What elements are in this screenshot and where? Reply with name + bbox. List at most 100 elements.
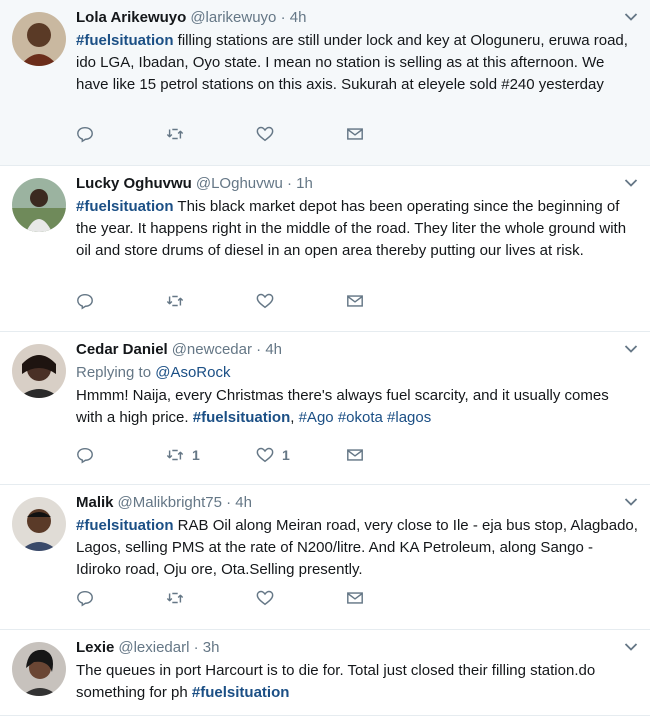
author-handle[interactable]: @newcedar <box>172 341 252 358</box>
tweet-header: Lexie @lexiedarl · 3h <box>76 638 638 658</box>
tweet-header: Lola Arikewuyo @larikewuyo · 4h <box>76 8 638 28</box>
tweet-text: #fuelsituation RAB Oil along Meiran road… <box>76 515 638 581</box>
direct-message-button[interactable] <box>346 292 436 310</box>
tweet-content: Malik @Malikbright75 · 4h #fuelsituation R… <box>76 493 638 581</box>
tweet-feed: Lola Arikewuyo @larikewuyo · 4h #fuelsitua… <box>0 0 650 716</box>
reply-button[interactable] <box>76 589 166 607</box>
tweet-item[interactable]: Lexie @lexiedarl · 3h The queues in port H… <box>0 630 650 716</box>
like-button[interactable]: 1 <box>256 446 346 464</box>
heart-icon <box>256 125 274 143</box>
chevron-down-icon[interactable] <box>624 344 638 354</box>
reply-button[interactable] <box>76 292 166 310</box>
avatar[interactable] <box>12 12 66 66</box>
chevron-down-icon[interactable] <box>624 642 638 652</box>
hashtag-link[interactable]: #lagos <box>387 409 431 426</box>
heart-icon <box>256 292 274 310</box>
like-button[interactable] <box>256 292 346 310</box>
envelope-icon <box>346 446 364 464</box>
retweet-button[interactable] <box>166 589 256 607</box>
tweet-item[interactable]: Lucky Oghuvwu @LOghuvwu · 1h #fuelsituatio… <box>0 166 650 332</box>
replying-to: Replying to @AsoRock <box>76 363 638 383</box>
separator-dot: · <box>193 639 199 656</box>
avatar[interactable] <box>12 344 66 398</box>
tweet-actions: 11 <box>76 445 436 465</box>
author-handle[interactable]: @lexiedarl <box>118 639 189 656</box>
reply-icon <box>76 292 94 310</box>
separator-dot: · <box>286 175 292 192</box>
tweet-actions <box>76 588 436 608</box>
direct-message-button[interactable] <box>346 125 436 143</box>
like-button[interactable] <box>256 589 346 607</box>
hashtag-link[interactable]: #fuelsituation <box>193 409 291 426</box>
author-name[interactable]: Lucky Oghuvwu <box>76 175 192 192</box>
tweet-actions <box>76 124 436 144</box>
reply-icon <box>76 446 94 464</box>
heart-icon <box>256 589 274 607</box>
replying-to-link[interactable]: @AsoRock <box>155 364 230 381</box>
tweet-item[interactable]: Cedar Daniel @newcedar · 4h Replying to @A… <box>0 332 650 485</box>
retweet-button[interactable] <box>166 125 256 143</box>
like-count: 1 <box>282 447 290 463</box>
author-handle[interactable]: @Malikbright75 <box>118 494 222 511</box>
tweet-content: Lola Arikewuyo @larikewuyo · 4h #fuelsitua… <box>76 8 638 96</box>
hashtag-link[interactable]: #Ago <box>299 409 334 426</box>
hashtag-link[interactable]: #okota <box>338 409 383 426</box>
envelope-icon <box>346 589 364 607</box>
heart-icon <box>256 446 274 464</box>
hashtag-link[interactable]: #fuelsituation <box>192 684 290 701</box>
retweet-button[interactable] <box>166 292 256 310</box>
hashtag-link[interactable]: #fuelsituation <box>76 198 174 215</box>
tweet-text-fragment: The queues in port Harcourt is to die fo… <box>76 662 596 701</box>
author-handle[interactable]: @larikewuyo <box>190 9 276 26</box>
retweet-icon <box>166 125 184 143</box>
direct-message-button[interactable] <box>346 589 436 607</box>
retweet-count: 1 <box>192 447 200 463</box>
tweet-item[interactable]: Malik @Malikbright75 · 4h #fuelsituation R… <box>0 485 650 630</box>
separator-dot: · <box>256 341 262 358</box>
tweet-text: #fuelsituation filling stations are stil… <box>76 30 638 96</box>
timestamp[interactable]: 4h <box>290 9 307 26</box>
avatar[interactable] <box>12 497 66 551</box>
retweet-icon <box>166 589 184 607</box>
tweet-header: Malik @Malikbright75 · 4h <box>76 493 638 513</box>
tweet-actions <box>76 291 436 311</box>
tweet-text: The queues in port Harcourt is to die fo… <box>76 660 638 704</box>
reply-button[interactable] <box>76 125 166 143</box>
reply-icon <box>76 125 94 143</box>
tweet-text-fragment: , <box>290 409 299 426</box>
tweet-content: Cedar Daniel @newcedar · 4h Replying to @A… <box>76 340 638 429</box>
author-name[interactable]: Lexie <box>76 639 114 656</box>
separator-dot: · <box>280 9 286 26</box>
reply-icon <box>76 589 94 607</box>
timestamp[interactable]: 3h <box>203 639 220 656</box>
retweet-icon <box>166 446 184 464</box>
chevron-down-icon[interactable] <box>624 497 638 507</box>
tweet-content: Lexie @lexiedarl · 3h The queues in port H… <box>76 638 638 704</box>
hashtag-link[interactable]: #fuelsituation <box>76 32 174 49</box>
author-name[interactable]: Cedar Daniel <box>76 341 168 358</box>
avatar[interactable] <box>12 178 66 232</box>
reply-button[interactable] <box>76 446 166 464</box>
timestamp[interactable]: 4h <box>235 494 252 511</box>
author-name[interactable]: Lola Arikewuyo <box>76 9 186 26</box>
tweet-text: Hmmm! Naija, every Christmas there's alw… <box>76 385 638 429</box>
retweet-icon <box>166 292 184 310</box>
like-button[interactable] <box>256 125 346 143</box>
chevron-down-icon[interactable] <box>624 178 638 188</box>
tweet-header: Lucky Oghuvwu @LOghuvwu · 1h <box>76 174 638 194</box>
hashtag-link[interactable]: #fuelsituation <box>76 517 174 534</box>
tweet-content: Lucky Oghuvwu @LOghuvwu · 1h #fuelsituatio… <box>76 174 638 262</box>
timestamp[interactable]: 4h <box>265 341 282 358</box>
tweet-item[interactable]: Lola Arikewuyo @larikewuyo · 4h #fuelsitua… <box>0 0 650 166</box>
retweet-button[interactable]: 1 <box>166 446 256 464</box>
author-handle[interactable]: @LOghuvwu <box>196 175 283 192</box>
timestamp[interactable]: 1h <box>296 175 313 192</box>
direct-message-button[interactable] <box>346 446 436 464</box>
tweet-text: #fuelsituation This black market depot h… <box>76 196 638 262</box>
author-name[interactable]: Malik <box>76 494 114 511</box>
envelope-icon <box>346 125 364 143</box>
envelope-icon <box>346 292 364 310</box>
avatar[interactable] <box>12 642 66 696</box>
tweet-header: Cedar Daniel @newcedar · 4h <box>76 340 638 360</box>
chevron-down-icon[interactable] <box>624 12 638 22</box>
